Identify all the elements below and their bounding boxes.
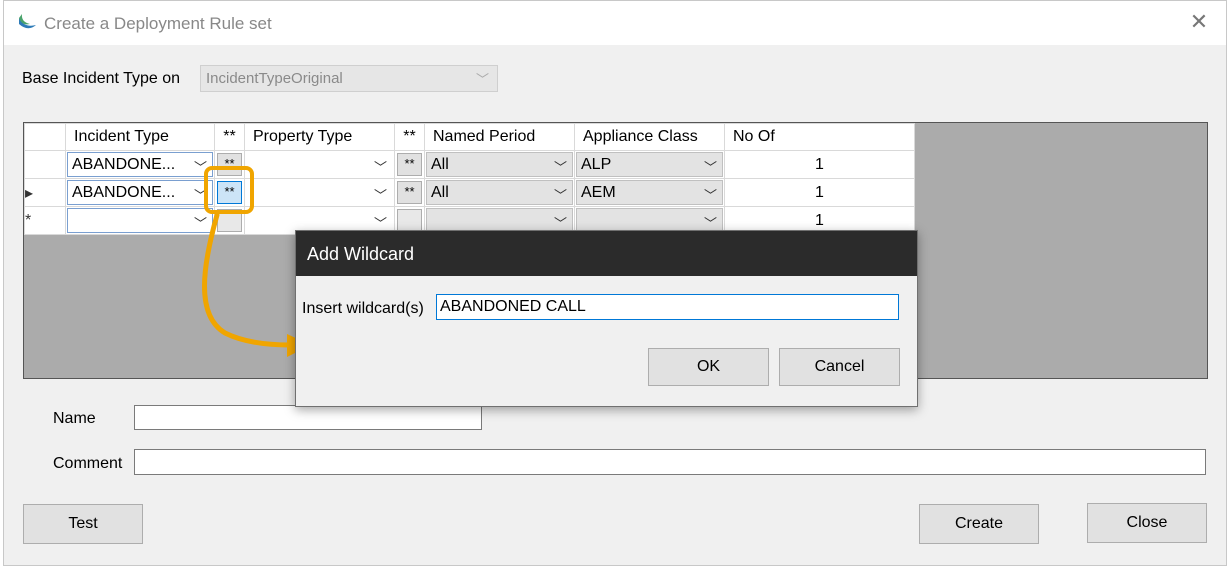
- property-type-combo[interactable]: ﹀: [246, 152, 393, 177]
- comment-label: Comment: [53, 455, 123, 472]
- wildcard-button[interactable]: **: [397, 181, 422, 204]
- cancel-button[interactable]: Cancel: [779, 348, 900, 386]
- wildcard-button[interactable]: **: [217, 153, 242, 176]
- wildcard-button[interactable]: [217, 209, 242, 232]
- test-button[interactable]: Test: [23, 504, 143, 544]
- star-cell-1[interactable]: [214, 206, 245, 235]
- appliance-class-combo[interactable]: AEM ﹀: [576, 180, 723, 205]
- table-row: ▸ ABANDONE... ﹀ ** ﹀ ** All ﹀ AEM ﹀ 1: [24, 178, 915, 207]
- chevron-down-icon: ﹀: [475, 72, 489, 87]
- name-input[interactable]: [134, 405, 482, 430]
- wildcard-input[interactable]: ABANDONED CALL: [436, 294, 899, 320]
- close-icon[interactable]: ✕: [1188, 11, 1210, 33]
- name-label: Name: [53, 410, 96, 427]
- appliance-class-value: ALP: [581, 156, 612, 173]
- named-period-value: All: [431, 184, 449, 201]
- chevron-down-icon[interactable]: ﹀: [704, 185, 717, 204]
- star-cell-1[interactable]: **: [214, 178, 245, 207]
- add-wildcard-dialog: Add Wildcard Insert wildcard(s) ABANDONE…: [295, 230, 918, 407]
- col-star-2[interactable]: **: [394, 123, 425, 151]
- star-cell-1[interactable]: **: [214, 150, 245, 179]
- rules-table: Incident Type ** Property Type ** Named …: [24, 123, 915, 235]
- base-incident-type-label: Base Incident Type on: [22, 70, 181, 87]
- chevron-down-icon[interactable]: ﹀: [374, 157, 387, 176]
- appliance-class-cell[interactable]: ALP ﹀: [574, 150, 725, 179]
- chevron-down-icon[interactable]: ﹀: [194, 213, 207, 232]
- col-appliance-class[interactable]: Appliance Class: [574, 123, 725, 151]
- star-cell-2[interactable]: **: [394, 150, 425, 179]
- wildcard-button[interactable]: **: [397, 153, 422, 176]
- close-button[interactable]: Close: [1087, 503, 1207, 543]
- property-type-cell[interactable]: ﹀: [244, 150, 395, 179]
- create-button[interactable]: Create: [919, 504, 1039, 544]
- incident-type-value: ABANDONE...: [72, 156, 176, 173]
- wildcard-button[interactable]: **: [217, 181, 242, 204]
- row-marker[interactable]: *: [24, 206, 66, 235]
- wildcard-label: Insert wildcard(s): [302, 300, 424, 317]
- base-incident-type-select: IncidentTypeOriginal ﹀: [200, 65, 498, 92]
- col-incident-type[interactable]: Incident Type: [65, 123, 215, 151]
- col-named-period[interactable]: Named Period: [424, 123, 575, 151]
- chevron-down-icon[interactable]: ﹀: [554, 185, 567, 204]
- appliance-class-combo[interactable]: ALP ﹀: [576, 152, 723, 177]
- named-period-cell[interactable]: All ﹀: [424, 178, 575, 207]
- incident-type-combo[interactable]: ABANDONE... ﹀: [67, 180, 213, 205]
- property-type-cell[interactable]: ﹀: [244, 178, 395, 207]
- incident-type-cell[interactable]: ABANDONE... ﹀: [65, 150, 215, 179]
- no-of-cell[interactable]: 1: [724, 178, 915, 207]
- title-bar: Create a Deployment Rule set ✕: [4, 1, 1226, 45]
- incident-type-value: ABANDONE...: [72, 184, 176, 201]
- row-header-corner: [24, 123, 66, 151]
- chevron-down-icon[interactable]: ﹀: [554, 157, 567, 176]
- appliance-class-value: AEM: [581, 184, 616, 201]
- comment-input[interactable]: [134, 449, 1206, 475]
- chevron-down-icon[interactable]: ﹀: [194, 185, 207, 204]
- appliance-class-cell[interactable]: AEM ﹀: [574, 178, 725, 207]
- no-of-cell[interactable]: 1: [724, 150, 915, 179]
- wildcard-button[interactable]: [397, 209, 422, 232]
- ok-button[interactable]: OK: [648, 348, 769, 386]
- incident-type-combo[interactable]: ABANDONE... ﹀: [67, 152, 213, 177]
- named-period-combo[interactable]: All ﹀: [426, 180, 573, 205]
- table-row: ABANDONE... ﹀ ** ﹀ ** All ﹀ ALP ﹀ 1: [24, 150, 915, 179]
- incident-type-cell[interactable]: ﹀: [65, 206, 215, 235]
- col-no-of[interactable]: No Of: [724, 123, 915, 151]
- app-logo-icon: [19, 14, 36, 29]
- window-title: Create a Deployment Rule set: [44, 14, 272, 33]
- dialog-title: Add Wildcard: [296, 231, 917, 276]
- named-period-combo[interactable]: All ﹀: [426, 152, 573, 177]
- property-type-combo[interactable]: ﹀: [246, 180, 393, 205]
- chevron-down-icon[interactable]: ﹀: [704, 157, 717, 176]
- chevron-down-icon[interactable]: ﹀: [374, 185, 387, 204]
- star-cell-2[interactable]: **: [394, 178, 425, 207]
- incident-type-cell[interactable]: ABANDONE... ﹀: [65, 178, 215, 207]
- col-property-type[interactable]: Property Type: [244, 123, 395, 151]
- named-period-cell[interactable]: All ﹀: [424, 150, 575, 179]
- col-star-1[interactable]: **: [214, 123, 245, 151]
- row-marker[interactable]: [24, 150, 66, 179]
- chevron-down-icon[interactable]: ﹀: [194, 157, 207, 176]
- named-period-value: All: [431, 156, 449, 173]
- incident-type-combo[interactable]: ﹀: [67, 208, 213, 233]
- grid-header-row: Incident Type ** Property Type ** Named …: [24, 123, 915, 151]
- row-marker[interactable]: ▸: [24, 178, 66, 207]
- base-incident-type-value: IncidentTypeOriginal: [206, 70, 343, 87]
